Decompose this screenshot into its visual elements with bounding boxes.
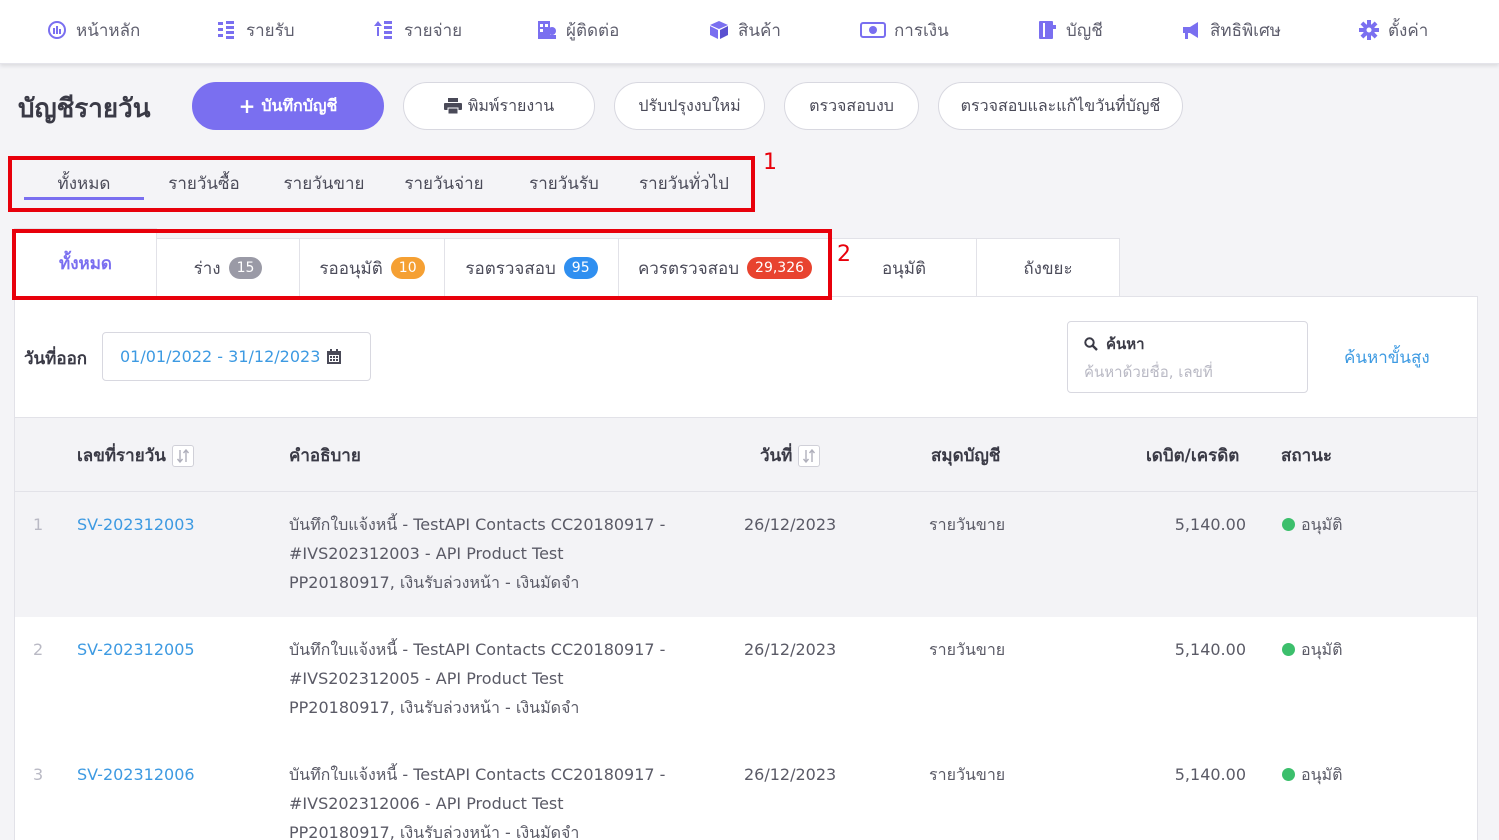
- rebalance-button[interactable]: ปรับปรุงงบใหม่: [614, 82, 765, 130]
- contacts-icon: [538, 21, 556, 39]
- nav-item-contacts[interactable]: ผู้ติดต่อ: [536, 16, 619, 44]
- dashboard-icon: [48, 21, 66, 39]
- row-status: อนุมัติ: [1282, 635, 1342, 664]
- nav-label: บัญชี: [1066, 20, 1103, 41]
- nav-label: สินค้า: [738, 20, 781, 41]
- gear-icon: [1359, 20, 1379, 40]
- nav-item-finance[interactable]: การเงิน: [860, 16, 949, 44]
- annotation-number-2: 2: [837, 242, 851, 267]
- description-line: PP20180917, เงินรับล่วงหน้า - เงินมัดจำ: [289, 823, 580, 840]
- nav-label: ผู้ติดต่อ: [566, 20, 620, 41]
- top-navbar: หน้าหลัก รายรับ รายจ่าย ผู้ติดต่อ สินค้า…: [0, 0, 1499, 64]
- nav-item-settings[interactable]: ตั้งค่า: [1358, 16, 1428, 44]
- column-header-status: สถานะ: [1281, 446, 1332, 466]
- table-row[interactable]: [15, 742, 1477, 840]
- row-book: รายวันขาย: [929, 765, 1006, 784]
- description-line: PP20180917, เงินรับล่วงหน้า - เงินมัดจำ: [289, 698, 580, 717]
- description-line: บันทึกใบแจ้งหนี้ - TestAPI Contacts CC20…: [289, 515, 666, 534]
- nav-label: หน้าหลัก: [76, 20, 141, 41]
- record-journal-button[interactable]: + บันทึกบัญชี: [192, 82, 384, 130]
- status-tab-approved[interactable]: อนุมัติ: [831, 238, 977, 297]
- description-line: บันทึกใบแจ้งหนี้ - TestAPI Contacts CC20…: [289, 640, 666, 659]
- page-title: บัญชีรายวัน: [18, 94, 151, 124]
- description-line: บันทึกใบแจ้งหนี้ - TestAPI Contacts CC20…: [289, 765, 666, 784]
- row-date: 26/12/2023: [744, 640, 837, 659]
- date-filter-label: วันที่ออก: [24, 349, 88, 369]
- column-header-description: คำอธิบาย: [289, 446, 361, 466]
- print-report-button[interactable]: พิมพ์รายงาน: [403, 82, 595, 130]
- nav-item-privileges[interactable]: สิทธิพิเศษ: [1180, 16, 1281, 44]
- row-status: อนุมัติ: [1282, 760, 1342, 789]
- column-header-book: สมุดบัญชี: [931, 446, 1001, 466]
- check-fix-date-button[interactable]: ตรวจสอบและแก้ไขวันที่บัญชี: [938, 82, 1183, 130]
- row-status: อนุมัติ: [1282, 510, 1342, 539]
- column-header-date[interactable]: วันที่: [760, 442, 821, 469]
- check-statement-button[interactable]: ตรวจสอบงบ: [784, 82, 919, 130]
- nav-label: ตั้งค่า: [1388, 20, 1429, 41]
- box-icon: [710, 21, 728, 39]
- nav-item-accounting[interactable]: บัญชี: [1036, 16, 1103, 44]
- nav-item-expense[interactable]: รายจ่าย: [374, 16, 462, 44]
- column-header-doc-no[interactable]: เลขที่รายวัน: [77, 442, 194, 469]
- description-line: #IVS202312003 - API Product Test: [289, 544, 564, 563]
- money-icon: [860, 22, 886, 38]
- row-book: รายวันขาย: [929, 640, 1006, 659]
- row-amount: 5,140.00: [1174, 515, 1246, 534]
- search-box: ค้นหา: [1067, 321, 1308, 393]
- printer-icon: [443, 98, 462, 114]
- expense-list-icon: [374, 21, 392, 39]
- description-line: PP20180917, เงินรับล่วงหน้า - เงินมัดจำ: [289, 573, 580, 592]
- row-amount: 5,140.00: [1174, 640, 1246, 659]
- doc-number-link[interactable]: SV-202312006: [77, 760, 195, 789]
- nav-label: รายรับ: [246, 20, 295, 41]
- annotation-box-1: [8, 156, 755, 212]
- nav-label: การเงิน: [894, 20, 949, 41]
- search-icon: [1084, 337, 1098, 351]
- calendar-icon: [327, 348, 342, 364]
- annotation-box-2: [12, 229, 832, 300]
- nav-item-dashboard[interactable]: หน้าหลัก: [46, 16, 140, 44]
- nav-item-income[interactable]: รายรับ: [216, 16, 295, 44]
- nav-item-products[interactable]: สินค้า: [708, 16, 781, 44]
- status-tab-trash[interactable]: ถังขยะ: [976, 238, 1120, 297]
- row-amount: 5,140.00: [1174, 765, 1246, 784]
- doc-number-link[interactable]: SV-202312003: [77, 510, 195, 539]
- sort-icon[interactable]: [798, 444, 821, 467]
- description-line: #IVS202312005 - API Product Test: [289, 669, 564, 688]
- row-date: 26/12/2023: [744, 765, 837, 784]
- income-list-icon: [218, 21, 234, 39]
- search-input[interactable]: [1084, 360, 1294, 384]
- plus-icon: +: [238, 94, 256, 118]
- row-book: รายวันขาย: [929, 515, 1006, 534]
- date-range-picker[interactable]: 01/01/2022 - 31/12/2023: [102, 332, 371, 381]
- status-dot-icon: [1282, 518, 1295, 531]
- row-date: 26/12/2023: [744, 515, 837, 534]
- book-icon: [1039, 21, 1056, 39]
- megaphone-icon: [1183, 22, 1198, 39]
- nav-label: สิทธิพิเศษ: [1210, 20, 1281, 41]
- advanced-search-link[interactable]: ค้นหาขั้นสูง: [1344, 344, 1430, 371]
- row-index: 2: [33, 640, 44, 659]
- status-dot-icon: [1282, 768, 1295, 781]
- nav-label: รายจ่าย: [404, 20, 463, 41]
- column-header-amount: เดบิต/เครดิต: [1146, 446, 1240, 466]
- search-header: ค้นหา: [1084, 332, 1145, 356]
- row-index: 3: [33, 765, 44, 784]
- annotation-number-1: 1: [763, 150, 777, 175]
- description-line: #IVS202312006 - API Product Test: [289, 794, 564, 813]
- sort-icon[interactable]: [171, 444, 194, 467]
- doc-number-link[interactable]: SV-202312005: [77, 635, 195, 664]
- status-dot-icon: [1282, 643, 1295, 656]
- row-index: 1: [33, 515, 44, 534]
- table-header: [15, 417, 1477, 492]
